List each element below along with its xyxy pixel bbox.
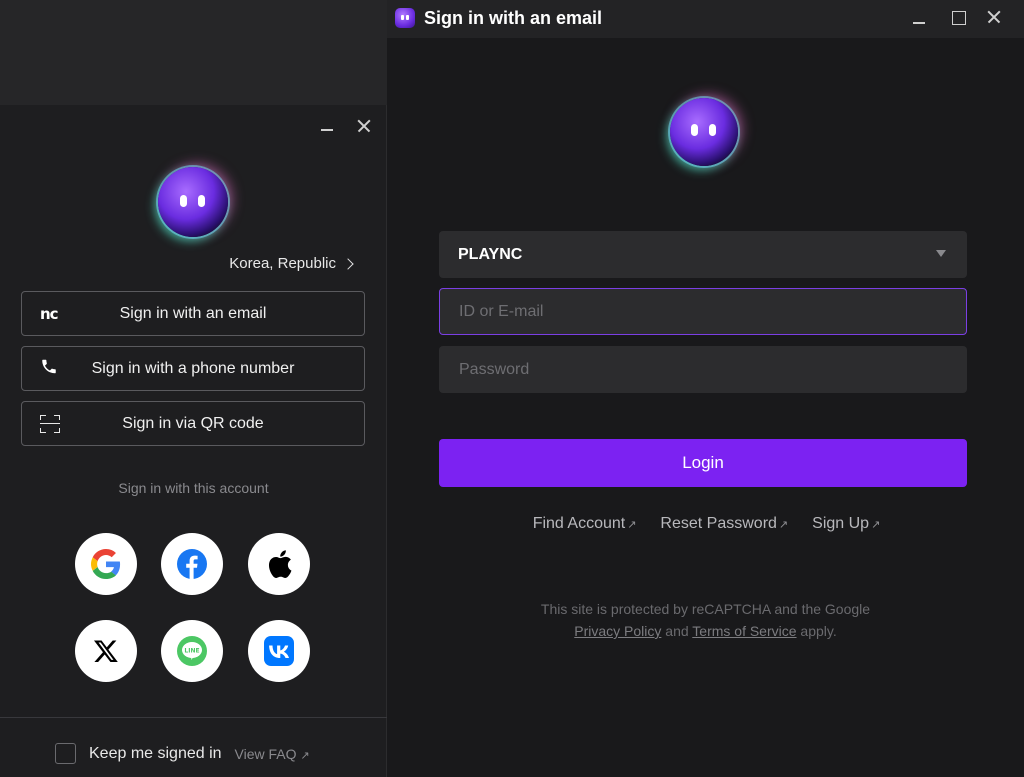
- close-button[interactable]: [353, 115, 375, 137]
- facebook-icon: [177, 549, 207, 579]
- mascot-logo: [158, 167, 228, 237]
- recaptcha-links: Privacy Policy and Terms of Service appl…: [387, 620, 1024, 642]
- account-links: Find Account ↗ Reset Password ↗ Sign Up ↗: [387, 515, 1024, 533]
- recaptcha-line: This site is protected by reCAPTCHA and …: [540, 601, 871, 617]
- svg-text:LINE: LINE: [184, 648, 199, 655]
- nc-logo-icon: nc: [40, 304, 59, 323]
- password-input[interactable]: [439, 346, 967, 393]
- close-icon: [353, 115, 375, 137]
- line-icon: LINE: [177, 636, 207, 666]
- x-signin-button[interactable]: [75, 620, 137, 682]
- reset-password-link[interactable]: Reset Password ↗: [660, 515, 788, 533]
- minimize-button[interactable]: [316, 115, 338, 137]
- email-signin-window: Sign in with an email PLAYNC Login Find …: [387, 0, 1024, 777]
- terms-of-service-link[interactable]: Terms of Service: [692, 623, 796, 639]
- vk-icon: [264, 636, 294, 666]
- service-select-value: PLAYNC: [458, 245, 523, 263]
- mascot-logo: [670, 98, 738, 166]
- recaptcha-notice: This site is protected by reCAPTCHA and …: [387, 598, 1024, 642]
- line-signin-button[interactable]: LINE: [161, 620, 223, 682]
- external-link-icon: ↗: [627, 519, 637, 531]
- sign-up-label: Sign Up: [812, 515, 870, 532]
- external-link-icon: ↗: [300, 749, 310, 762]
- window-title: Sign in with an email: [424, 8, 603, 28]
- title-bar: Sign in with an email: [387, 0, 1024, 38]
- login-button[interactable]: Login: [439, 439, 967, 487]
- caret-down-icon: [936, 250, 946, 257]
- phone-signin-label: Sign in with a phone number: [91, 359, 295, 377]
- and-text: and: [665, 623, 689, 639]
- mascot-eye: [709, 124, 716, 136]
- keep-signed-in-row: Keep me signed in View FAQ ↗: [55, 743, 310, 764]
- x-logo-icon: [93, 640, 118, 663]
- email-signin-button[interactable]: nc Sign in with an email: [21, 291, 365, 336]
- id-email-input[interactable]: [439, 288, 967, 335]
- mascot-eye: [180, 195, 187, 207]
- privacy-policy-link[interactable]: Privacy Policy: [574, 623, 661, 639]
- phone-icon: [40, 357, 58, 380]
- phone-signin-button[interactable]: Sign in with a phone number: [21, 346, 365, 391]
- keep-signed-in-label: Keep me signed in: [89, 744, 222, 762]
- apply-text: apply.: [800, 623, 837, 639]
- google-signin-button[interactable]: [75, 533, 137, 595]
- google-icon: [91, 549, 121, 579]
- email-signin-label: Sign in with an email: [119, 304, 267, 322]
- login-panel: Korea, Republic nc Sign in with an email…: [0, 105, 387, 777]
- minimize-button[interactable]: [907, 6, 931, 30]
- find-account-label: Find Account: [532, 515, 626, 532]
- reset-password-label: Reset Password: [660, 515, 777, 532]
- view-faq-link[interactable]: View FAQ ↗: [235, 746, 310, 762]
- view-faq-label: View FAQ: [234, 745, 297, 762]
- apple-icon: [268, 550, 292, 578]
- vk-signin-button[interactable]: [248, 620, 310, 682]
- qr-code-icon: [40, 414, 60, 433]
- find-account-link[interactable]: Find Account ↗: [533, 515, 637, 533]
- screen: Korea, Republic nc Sign in with an email…: [0, 0, 1024, 777]
- facebook-signin-button[interactable]: [161, 533, 223, 595]
- external-link-icon: ↗: [871, 519, 881, 531]
- region-selector[interactable]: Korea, Republic: [229, 255, 354, 272]
- external-link-icon: ↗: [778, 519, 789, 531]
- close-button[interactable]: [983, 6, 1007, 30]
- qr-signin-button[interactable]: Sign in via QR code: [21, 401, 365, 446]
- service-select[interactable]: PLAYNC: [439, 231, 967, 278]
- chevron-right-icon: [342, 257, 354, 270]
- mascot-eye: [198, 195, 205, 207]
- region-label: Korea, Republic: [229, 255, 336, 272]
- sign-up-link[interactable]: Sign Up ↗: [812, 515, 880, 533]
- divider: [0, 717, 387, 718]
- qr-signin-label: Sign in via QR code: [122, 414, 264, 432]
- mascot-eye: [691, 124, 698, 136]
- app-icon: [395, 8, 415, 28]
- apple-signin-button[interactable]: [248, 533, 310, 595]
- maximize-button[interactable]: [946, 6, 970, 30]
- background-strip: [0, 0, 387, 105]
- keep-signed-in-checkbox[interactable]: [55, 743, 76, 764]
- account-caption: Sign in with this account: [118, 480, 269, 496]
- close-icon: [983, 6, 1007, 30]
